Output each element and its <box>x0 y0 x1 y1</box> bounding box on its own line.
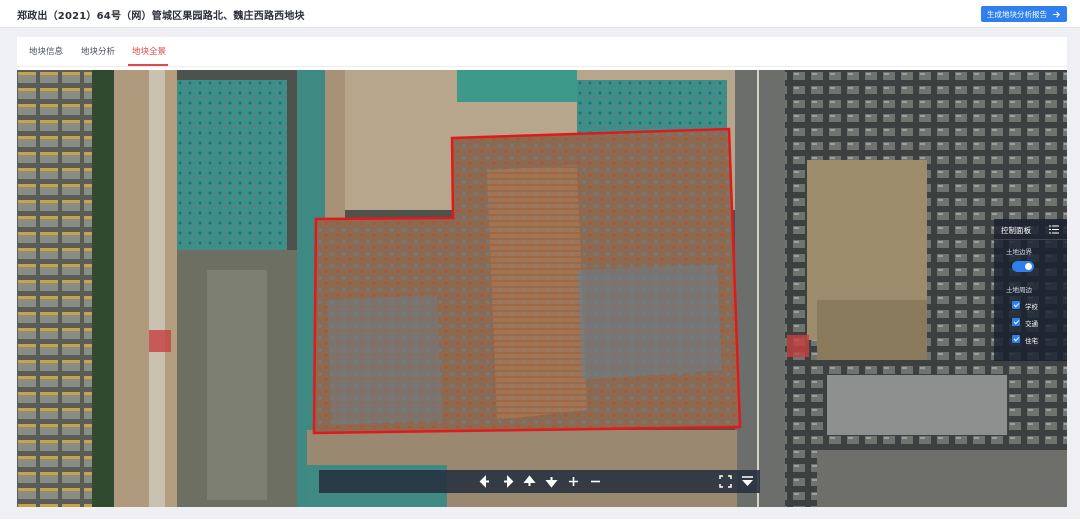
map-toolbar <box>319 470 760 493</box>
layers-down-icon <box>742 476 753 486</box>
page-title: 郑政出（2021）64号（网）管城区果园路北、魏庄西路西地块 <box>17 11 305 22</box>
zoom-in-icon <box>569 477 578 486</box>
residence-label: 住宅 <box>1025 337 1038 345</box>
tab-plot-analysis[interactable]: 地块分析 <box>81 45 115 57</box>
zoom-in-button[interactable] <box>566 474 581 489</box>
tab-plot-panorama[interactable]: 地块全景 <box>132 45 166 57</box>
aerial-map-view[interactable]: 控制面板 土地边界 土地周边 学校 交通 住宅 <box>17 70 1067 507</box>
school-checkbox[interactable] <box>1012 301 1020 309</box>
school-label: 学校 <box>1025 303 1038 311</box>
arrow-right-icon <box>504 475 514 488</box>
arrow-right-icon <box>1052 10 1060 18</box>
control-panel-title: 控制面板 <box>1001 226 1031 235</box>
panel-divider <box>994 239 1067 240</box>
traffic-checkbox[interactable] <box>1012 318 1020 326</box>
pan-right-button[interactable] <box>500 474 515 489</box>
tab-bar: 地块信息 地块分析 地块全景 <box>17 37 1067 67</box>
zoom-out-button[interactable] <box>588 474 603 489</box>
boundary-label: 土地边界 <box>1006 248 1032 256</box>
pan-up-button[interactable] <box>522 474 537 489</box>
toggle-knob <box>1025 263 1032 270</box>
layers-toggle-button[interactable] <box>740 474 755 489</box>
top-bar: 郑政出（2021）64号（网）管城区果园路北、魏庄西路西地块 生成地块分析报告 <box>0 0 1080 28</box>
surroundings-label: 土地周边 <box>1006 286 1032 294</box>
pan-left-button[interactable] <box>478 474 493 489</box>
boundary-toggle[interactable] <box>1012 261 1034 272</box>
zoom-out-icon <box>591 480 600 483</box>
fullscreen-icon <box>719 475 732 488</box>
footer-strip <box>0 509 1080 519</box>
traffic-label: 交通 <box>1025 320 1038 328</box>
active-tab-indicator <box>128 64 168 66</box>
tab-plot-info[interactable]: 地块信息 <box>29 45 63 57</box>
aerial-imagery <box>17 70 1067 507</box>
report-button-label: 生成地块分析报告 <box>987 9 1047 19</box>
arrow-down-icon <box>545 477 558 488</box>
arrow-left-icon <box>479 475 489 488</box>
generate-report-button[interactable]: 生成地块分析报告 <box>981 6 1067 22</box>
pan-down-button[interactable] <box>544 474 559 489</box>
control-panel: 控制面板 土地边界 土地周边 学校 交通 住宅 <box>994 219 1067 361</box>
fullscreen-button[interactable] <box>718 474 733 489</box>
arrow-up-icon <box>523 475 536 486</box>
residence-checkbox[interactable] <box>1012 335 1020 343</box>
content-panel: 地块信息 地块分析 地块全景 控制面板 土地边界 土地周边 学校 交通 住宅 <box>17 37 1067 507</box>
menu-collapse-icon[interactable] <box>1049 225 1059 234</box>
